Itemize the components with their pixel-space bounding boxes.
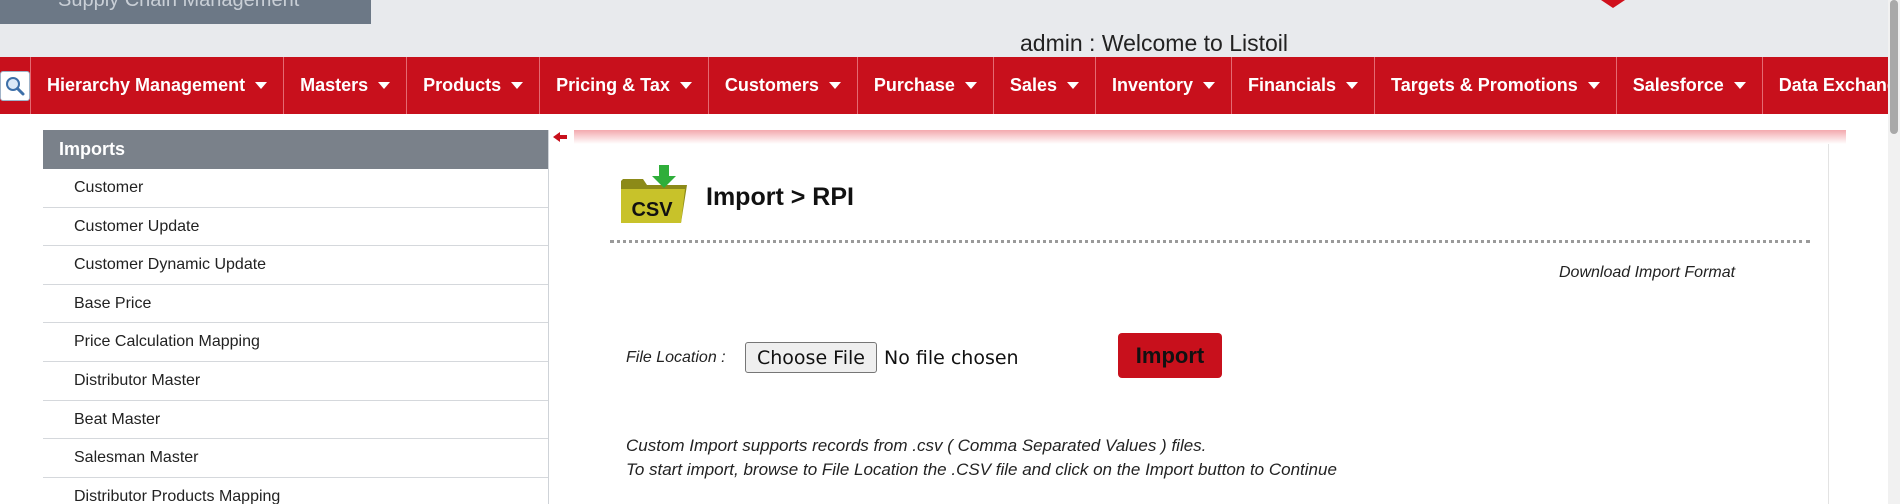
nav-customers[interactable]: Customers [709, 57, 858, 114]
sidebar-item-customer[interactable]: Customer [43, 169, 549, 208]
top-header: Supply Chain Management admin : Welcome … [0, 0, 1900, 57]
content-border [1828, 144, 1829, 504]
nav-search-button[interactable] [0, 57, 31, 114]
welcome-text: admin : Welcome to Listoil [1020, 30, 1289, 56]
nav-label: Customers [724, 75, 819, 95]
chevron-down-icon [679, 82, 692, 89]
page-scrollbar[interactable] [1888, 0, 1900, 504]
file-location-label: File Location : [626, 349, 726, 366]
nav-label: Sales [1009, 75, 1057, 95]
scrollbar-thumb[interactable] [1890, 0, 1898, 134]
nav-sales[interactable]: Sales [994, 57, 1096, 114]
page-title: Import > RPI [706, 183, 854, 211]
nav-label: Financials [1248, 75, 1337, 95]
nav-inventory[interactable]: Inventory [1096, 57, 1232, 114]
nav-label: Salesforce [1632, 75, 1724, 95]
sidebar-item-price-calculation-mapping[interactable]: Price Calculation Mapping [43, 323, 549, 362]
nav-targets-promotions[interactable]: Targets & Promotions [1375, 57, 1617, 114]
sidebar-item-customer-update[interactable]: Customer Update [43, 208, 549, 247]
help-line-2: To start import, browse to File Location… [626, 460, 1337, 479]
nav-label: Inventory [1111, 75, 1193, 95]
csv-icon-text: CSV [631, 199, 673, 221]
nav-financials[interactable]: Financials [1232, 57, 1376, 114]
chevron-down-icon [1733, 82, 1746, 89]
nav-pricing-tax[interactable]: Pricing & Tax [540, 57, 709, 114]
nav-masters[interactable]: Masters [284, 57, 408, 114]
sidebar-item-distributor-master[interactable]: Distributor Master [43, 362, 549, 401]
chevron-down-icon [1587, 82, 1600, 89]
sidebar-divider [548, 130, 549, 504]
nav-label: Pricing & Tax [556, 75, 670, 95]
content-top-shadow [574, 130, 1846, 144]
app-logo-text: Supply Chain Management [58, 0, 300, 11]
search-icon [0, 70, 30, 101]
nav-label: Masters [300, 75, 369, 95]
nav-hierarchy-management[interactable]: Hierarchy Management [31, 57, 285, 114]
sidebar: Imports Customer Customer Update Custome… [43, 130, 549, 504]
import-help-text: Custom Import supports records from .csv… [626, 434, 1337, 482]
help-line-1: Custom Import supports records from .csv… [626, 436, 1207, 455]
sidebar-item-distributor-products-mapping[interactable]: Distributor Products Mapping [43, 478, 549, 504]
chevron-down-icon [964, 82, 977, 89]
sidebar-item-beat-master[interactable]: Beat Master [43, 401, 549, 440]
chevron-down-icon [255, 82, 268, 89]
sidebar-item-salesman-master[interactable]: Salesman Master [43, 439, 549, 478]
chevron-down-icon [1066, 82, 1079, 89]
chevron-down-icon [1203, 82, 1215, 89]
main-navbar: Hierarchy Management Masters Products Pr… [0, 57, 1888, 114]
nav-data-exchange[interactable]: Data Exchange [1763, 57, 1888, 114]
nav-label: Data Exchange [1778, 75, 1888, 95]
brand-logo-icon [1601, 0, 1625, 8]
chevron-down-icon [511, 82, 524, 89]
chevron-down-icon [828, 82, 841, 89]
nav-label: Targets & Promotions [1391, 75, 1578, 95]
choose-file-button[interactable]: Choose File [745, 342, 877, 373]
nav-label: Purchase [873, 75, 955, 95]
nav-label: Products [423, 75, 502, 95]
title-divider [610, 240, 1810, 243]
file-status-text: No file chosen [884, 347, 1019, 369]
app-logo: Supply Chain Management [0, 0, 371, 24]
nav-products[interactable]: Products [407, 57, 541, 114]
nav-label: Hierarchy Management [47, 75, 246, 95]
nav-salesforce[interactable]: Salesforce [1617, 57, 1763, 114]
collapse-sidebar-icon[interactable] [553, 130, 567, 144]
import-button[interactable]: Import [1118, 333, 1222, 378]
chevron-down-icon [1346, 82, 1359, 89]
csv-import-icon: CSV [621, 165, 687, 223]
nav-purchase[interactable]: Purchase [858, 57, 994, 114]
download-import-format-link[interactable]: Download Import Format [1559, 264, 1735, 282]
sidebar-title: Imports [43, 130, 549, 169]
chevron-down-icon [378, 82, 391, 89]
sidebar-item-base-price[interactable]: Base Price [43, 285, 549, 324]
sidebar-item-customer-dynamic-update[interactable]: Customer Dynamic Update [43, 246, 549, 285]
